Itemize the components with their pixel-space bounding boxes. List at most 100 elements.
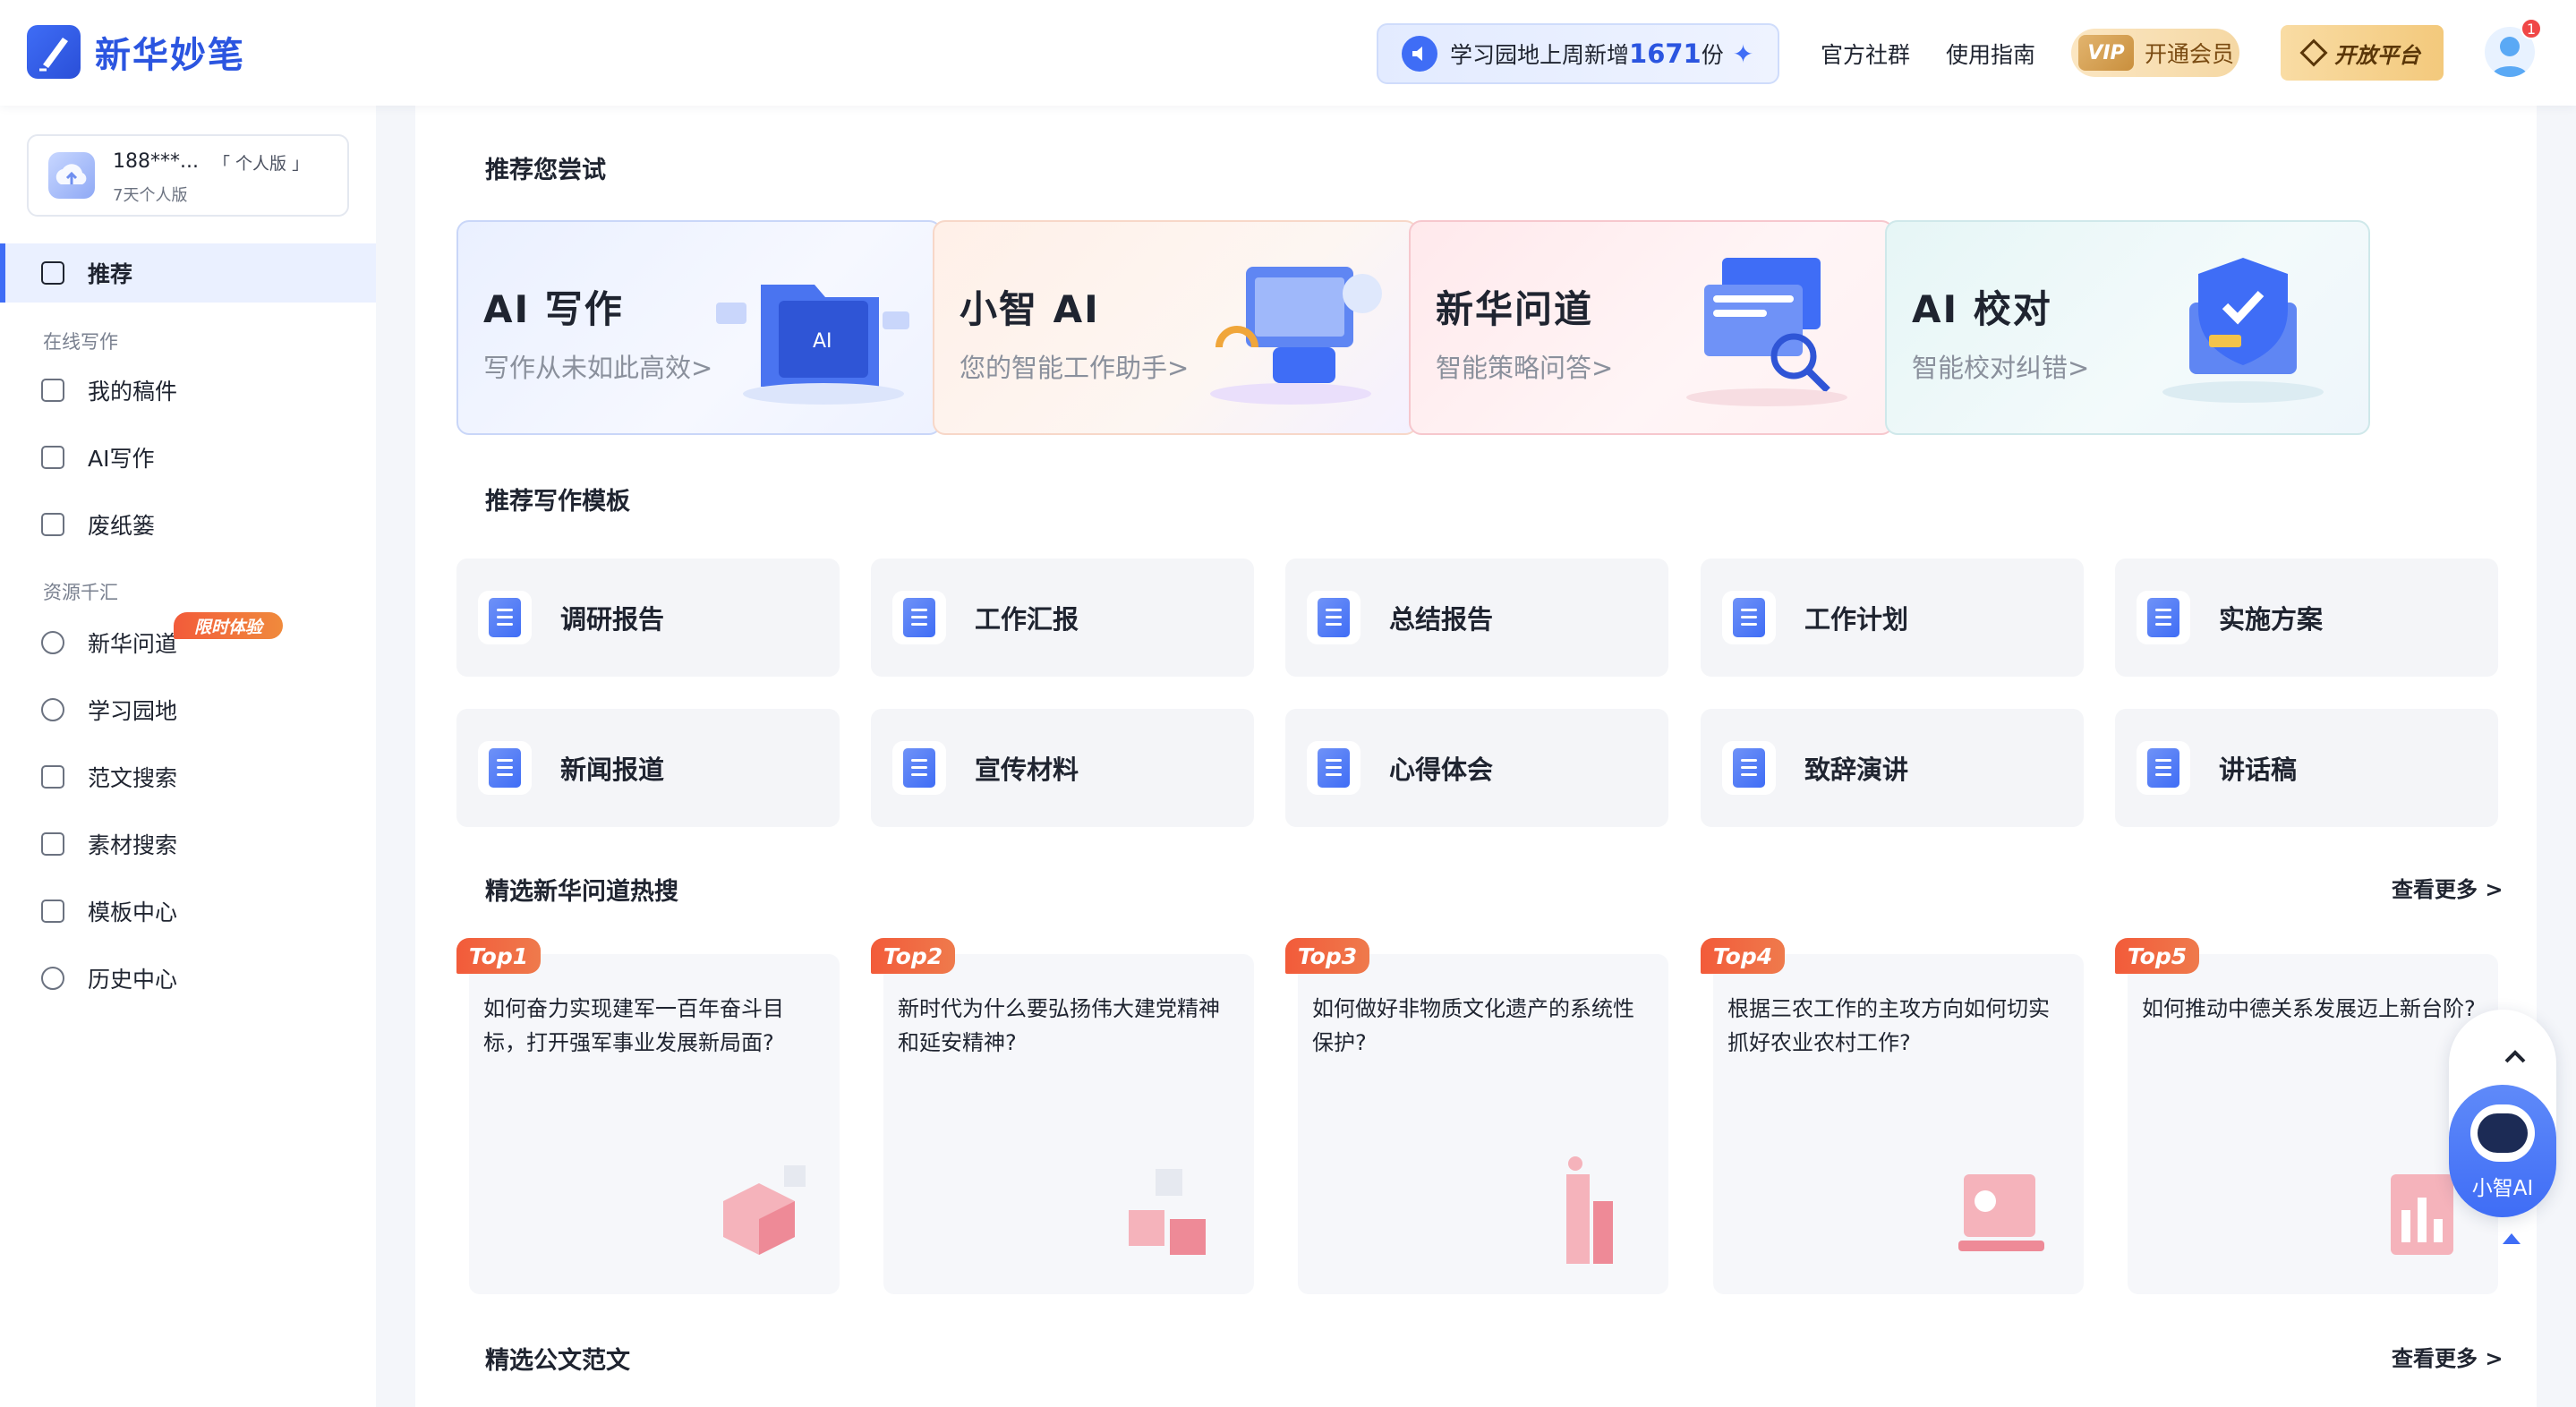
pen-logo-icon: [27, 25, 81, 79]
sidebar: 188***... 「 个人版 」 7天个人版 推荐 在线写作 我的稿件 AI写…: [0, 106, 376, 1407]
template-label: 宣传材料: [975, 755, 1079, 785]
template-publicity-material[interactable]: 宣传材料: [871, 709, 1254, 827]
template-implementation-plan[interactable]: 实施方案: [2115, 559, 2498, 677]
official-community-link[interactable]: 官方社群: [1821, 38, 1910, 70]
vip-button[interactable]: VIP 开通会员: [2071, 29, 2239, 77]
hot-search-card-3[interactable]: 如何做好非物质文化遗产的系统性保护?: [1298, 954, 1668, 1294]
account-card[interactable]: 188***... 「 个人版 」 7天个人版: [27, 134, 349, 217]
hot-search-card-5[interactable]: 如何推动中德关系发展迈上新台阶?: [2128, 954, 2498, 1294]
template-label: 新闻报道: [560, 755, 665, 785]
essays-more-link[interactable]: 查看更多 >: [2392, 1341, 2503, 1372]
stacked-docs-icon: [1307, 741, 1361, 795]
hot-search-more-link[interactable]: 查看更多 >: [2392, 872, 2503, 903]
template-label: 总结报告: [1389, 604, 1494, 635]
chat-robot-icon: [41, 631, 64, 654]
sidebar-item-label: 素材搜索: [88, 832, 178, 858]
xiaozhi-ai-button[interactable]: 小智AI: [2449, 1085, 2556, 1217]
user-guide-link[interactable]: 使用指南: [1946, 38, 2035, 70]
chevron-up-icon[interactable]: [2503, 1047, 2528, 1069]
template-speech[interactable]: 致辞演讲: [1701, 709, 2084, 827]
template-label: 调研报告: [560, 604, 665, 635]
ai-assistant-illustration-icon: [1210, 267, 1382, 405]
notice-count: 1671: [1629, 38, 1702, 69]
sidebar-item-ai-writing[interactable]: AI写作: [41, 439, 154, 475]
hot-question: 如何奋力实现建军一百年奋斗目标，打开强军事业发展新局面?: [483, 996, 784, 1055]
open-platform-button[interactable]: 开放平台: [2281, 25, 2444, 81]
template-label: 实施方案: [2219, 604, 2324, 635]
feature-title: AI 写作: [483, 287, 624, 331]
template-summary-report[interactable]: 总结报告: [1285, 559, 1668, 677]
clock-icon: [41, 967, 64, 990]
tower-illustration-icon: [1566, 1156, 1613, 1264]
template-work-plan[interactable]: 工作计划: [1701, 559, 2084, 677]
feature-card-xinhua-wendao[interactable]: 新华问道 智能策略问答>: [1409, 220, 1894, 435]
template-reflection[interactable]: 心得体会: [1285, 709, 1668, 827]
account-phone: 188***...: [113, 150, 199, 173]
triangle-up-icon[interactable]: [2503, 1233, 2521, 1244]
sidebar-item-recommend[interactable]: 推荐: [0, 243, 376, 303]
template-talk-draft[interactable]: 讲话稿: [2115, 709, 2498, 827]
speaker-icon: [1402, 36, 1437, 72]
list-doc-icon: [892, 591, 946, 644]
strategy-qa-illustration-icon: [1686, 258, 1847, 406]
sidebar-item-template-center[interactable]: 模板中心: [41, 893, 177, 929]
feature-title: 小智 AI: [960, 287, 1100, 331]
feature-subtitle: 写作从未如此高效>: [483, 353, 713, 383]
layout-icon: [41, 900, 64, 923]
book-icon: [2137, 591, 2190, 644]
hot-search-card-4[interactable]: 根据三农工作的主攻方向如何切实抓好农业农村工作?: [1713, 954, 2084, 1294]
top4-badge: Top4: [1701, 938, 1785, 974]
sidebar-item-my-drafts[interactable]: 我的稿件: [41, 372, 177, 408]
sidebar-item-essay-search[interactable]: 范文搜索: [41, 759, 177, 795]
template-label: 心得体会: [1389, 755, 1494, 785]
feature-subtitle: 您的智能工作助手>: [960, 353, 1190, 383]
sidebar-item-label: 历史中心: [88, 967, 178, 993]
sidebar-item-label: 模板中心: [88, 900, 178, 925]
sidebar-item-history-center[interactable]: 历史中心: [41, 960, 177, 996]
monitor-icon: [41, 379, 64, 402]
hot-search-card-1[interactable]: 如何奋力实现建军一百年奋斗目标，打开强军事业发展新局面?: [469, 954, 840, 1294]
template-work-report[interactable]: 工作汇报: [871, 559, 1254, 677]
feature-title: AI 校对: [1912, 287, 2052, 331]
section-title-hot-search: 精选新华问道热搜: [471, 872, 678, 907]
template-label: 致辞演讲: [1804, 755, 1909, 785]
sidebar-item-label: 推荐: [88, 261, 133, 287]
doc-search-icon: [41, 832, 64, 856]
hot-question: 如何推动中德关系发展迈上新台阶?: [2142, 996, 2476, 1021]
template-research-report[interactable]: 调研报告: [456, 559, 840, 677]
template-news-report[interactable]: 新闻报道: [456, 709, 840, 827]
top2-badge: Top2: [871, 938, 955, 974]
feature-subtitle: 智能策略问答>: [1436, 353, 1614, 383]
ai-folder-illustration-icon: AI: [716, 285, 909, 405]
sidebar-item-xinhua-wendao[interactable]: 新华问道: [41, 625, 177, 661]
logo[interactable]: 新华妙笔: [27, 25, 245, 79]
update-notice[interactable]: 学习园地上周新增 1671 份 ✦: [1377, 23, 1779, 84]
section-title-essays: 精选公文范文: [471, 1341, 630, 1376]
copy-icon: [41, 261, 64, 285]
main-content: 推荐您尝试 AI 写作 写作从未如此高效> AI 小智 AI 您的智能工作助手>…: [415, 106, 2537, 1407]
section-title-templates: 推荐写作模板: [471, 482, 630, 516]
open-platform-label: 开放平台: [2334, 42, 2420, 68]
blocks-illustration-icon: [1129, 1169, 1206, 1255]
template-label: 讲话稿: [2219, 755, 2298, 785]
search-doc-icon: [478, 591, 532, 644]
top-header: 新华妙笔 学习园地上周新增 1671 份 ✦ 官方社群 使用指南 VIP 开通会…: [0, 0, 2576, 106]
text-t-icon: [41, 446, 64, 469]
vip-label: 开通会员: [2145, 41, 2235, 67]
template-label: 工作计划: [1804, 604, 1909, 635]
feature-card-ai-writing[interactable]: AI 写作 写作从未如此高效> AI: [456, 220, 942, 435]
planet-icon: [41, 698, 64, 721]
message-icon: [2137, 741, 2190, 795]
newspaper-icon: [478, 741, 532, 795]
top1-badge: Top1: [456, 938, 541, 974]
sidebar-item-study-garden[interactable]: 学习园地: [41, 692, 177, 728]
feature-card-xiaozhi-ai[interactable]: 小智 AI 您的智能工作助手>: [933, 220, 1418, 435]
account-plan: 7天个人版: [113, 186, 188, 205]
sidebar-item-trash[interactable]: 废纸篓: [41, 507, 155, 542]
clipboard-icon: [1722, 591, 1776, 644]
hot-search-card-2[interactable]: 新时代为什么要弘扬伟大建党精神和延安精神?: [883, 954, 1254, 1294]
sidebar-item-material-search[interactable]: 素材搜索: [41, 826, 177, 862]
sparkle-icon: ✦: [1732, 38, 1754, 69]
feature-card-ai-proofread[interactable]: AI 校对 智能校对纠错>: [1885, 220, 2370, 435]
section-online-writing: 在线写作: [43, 331, 118, 353]
